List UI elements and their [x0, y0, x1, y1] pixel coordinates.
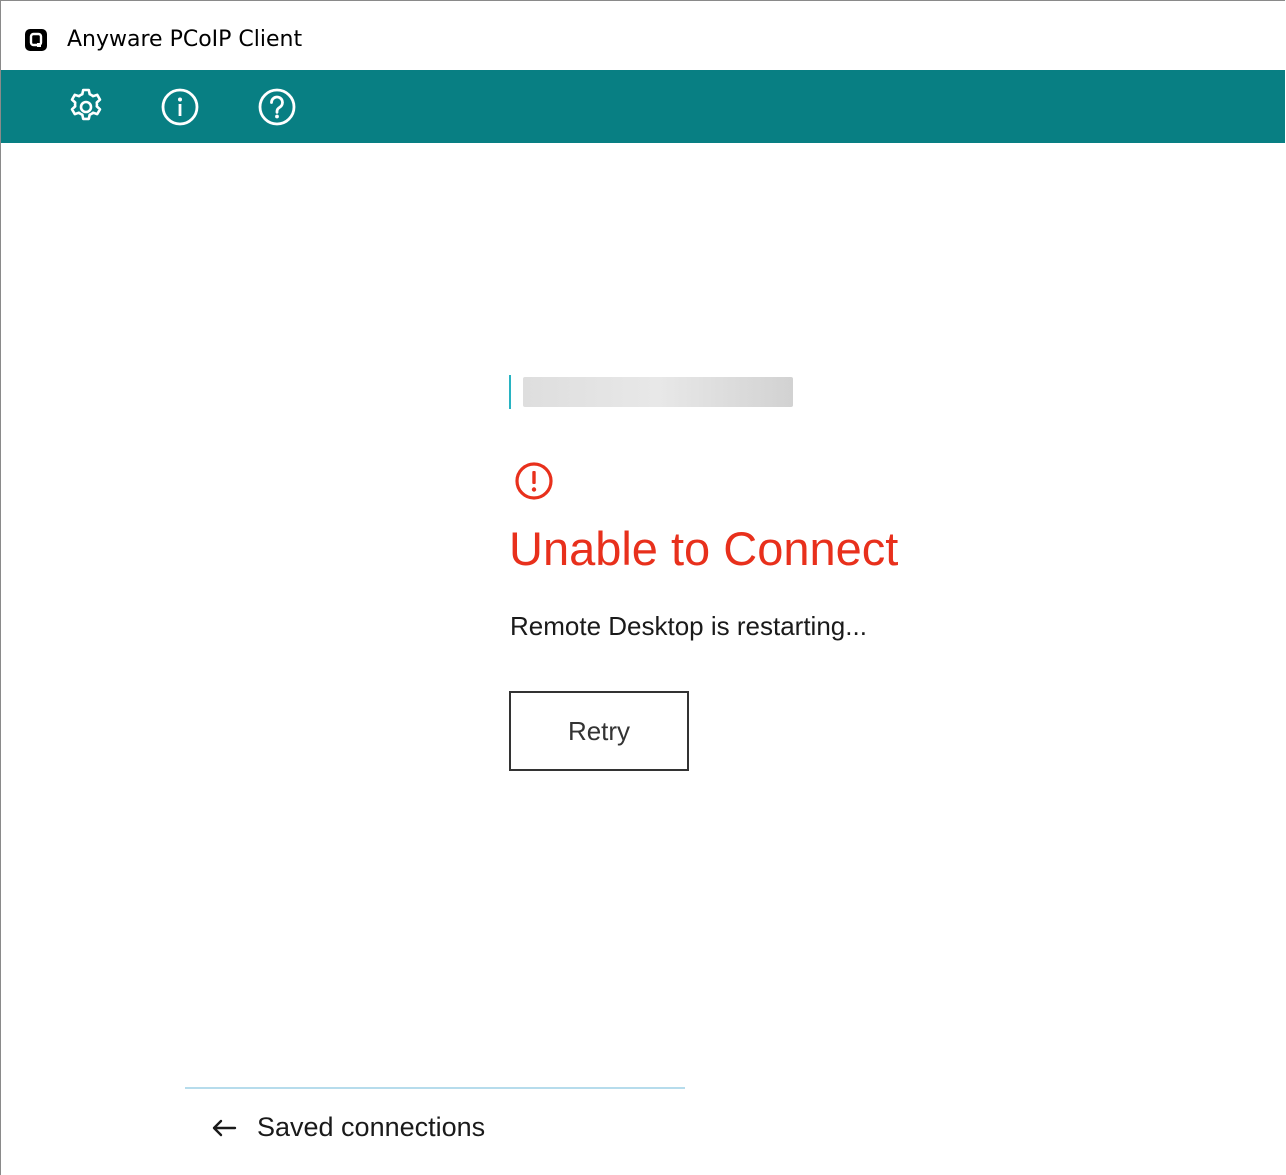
settings-button[interactable] — [64, 85, 108, 129]
main-content: Unable to Connect Remote Desktop is rest… — [1, 143, 1285, 1175]
error-message: Remote Desktop is restarting... — [510, 611, 867, 641]
saved-connections-label: Saved connections — [257, 1112, 486, 1142]
window-title: Anyware PCoIP Client — [67, 27, 303, 52]
info-icon — [161, 88, 199, 126]
error-title: Unable to Connect — [509, 522, 899, 575]
app-window: Anyware PCoIP Client Unable to Connect R… — [0, 0, 1285, 1175]
help-icon — [258, 88, 296, 126]
connection-name-redacted — [523, 377, 793, 407]
arrow-left-icon — [212, 1119, 237, 1137]
toolbar — [1, 70, 1285, 143]
error-circle-icon — [515, 462, 553, 500]
gear-icon — [70, 88, 102, 121]
retry-button[interactable]: Retry — [509, 691, 689, 771]
title-bar: Anyware PCoIP Client — [1, 1, 1285, 70]
help-button[interactable] — [255, 85, 299, 129]
connection-accent-bar — [509, 375, 511, 409]
footer-divider — [185, 1087, 685, 1089]
info-button[interactable] — [158, 85, 202, 129]
app-logo-icon — [25, 29, 47, 51]
